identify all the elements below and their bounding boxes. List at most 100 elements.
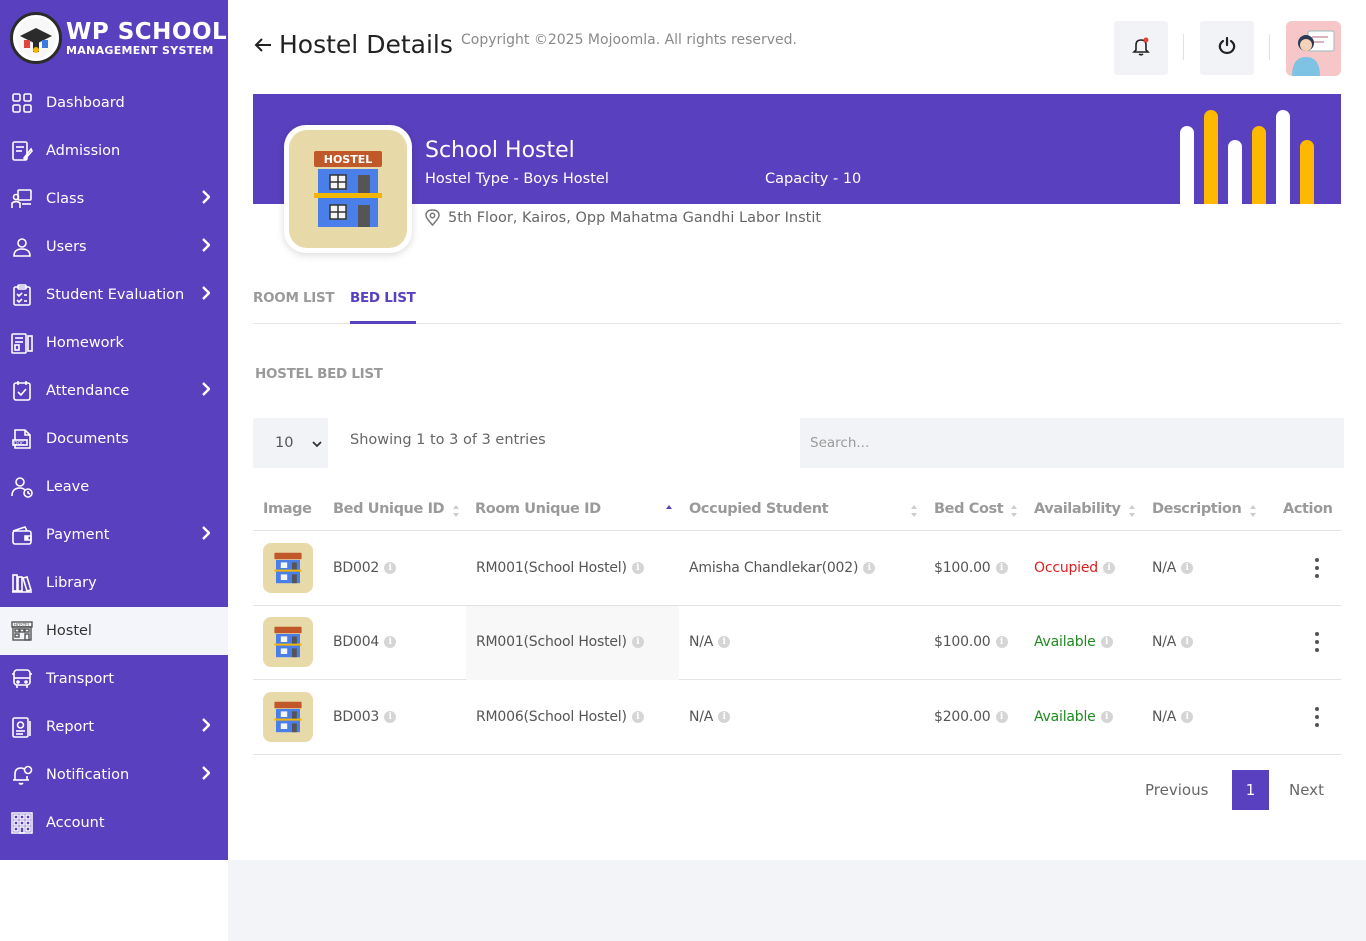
sidebar-item-report[interactable]: Report bbox=[0, 703, 228, 751]
info-icon[interactable]: i bbox=[995, 561, 1008, 574]
bed-id-cell: BD002 i bbox=[333, 559, 397, 576]
tab-bed-list[interactable]: BED LIST bbox=[350, 290, 416, 324]
info-icon[interactable]: i bbox=[1102, 561, 1115, 574]
search-input[interactable] bbox=[800, 418, 1344, 468]
sidebar-item-label: Users bbox=[46, 239, 87, 255]
sort-icon[interactable] bbox=[1128, 503, 1136, 522]
info-icon[interactable]: i bbox=[718, 636, 731, 649]
tab-room-list[interactable]: ROOM LIST bbox=[253, 290, 335, 324]
row-actions-menu-icon[interactable] bbox=[1315, 632, 1319, 653]
sidebar-item-payment[interactable]: Payment bbox=[0, 511, 228, 559]
sidebar-item-hostel[interactable]: HOSTEL Hostel bbox=[0, 607, 228, 655]
sidebar-item-label: Attendance bbox=[46, 383, 130, 399]
column-header-occupied-student[interactable]: Occupied Student bbox=[689, 501, 829, 517]
column-header-image: Image bbox=[263, 501, 312, 517]
admission-icon bbox=[11, 140, 33, 162]
sidebar-item-account[interactable]: Account bbox=[0, 799, 228, 847]
hostel-name: School Hostel bbox=[425, 138, 575, 163]
sidebar-item-notification[interactable]: Notification bbox=[0, 751, 228, 799]
sort-icon[interactable] bbox=[1010, 503, 1018, 522]
info-icon[interactable]: i bbox=[1181, 710, 1194, 723]
hostel-capacity: Capacity - 10 bbox=[765, 171, 862, 187]
description-cell: N/A i bbox=[1152, 634, 1194, 651]
sidebar-item-label: Hostel bbox=[46, 623, 92, 639]
sidebar-item-leave[interactable]: Leave bbox=[0, 463, 228, 511]
sidebar-item-label: Payment bbox=[46, 527, 110, 543]
info-icon[interactable]: i bbox=[631, 636, 644, 649]
info-icon[interactable]: i bbox=[384, 636, 397, 649]
avatar[interactable] bbox=[1286, 21, 1341, 76]
column-header-bed-id[interactable]: Bed Unique ID bbox=[333, 501, 445, 517]
sidebar-item-label: Student Evaluation bbox=[46, 287, 185, 303]
column-header-bed-cost[interactable]: Bed Cost bbox=[934, 501, 1004, 517]
sidebar-item-library[interactable]: Library bbox=[0, 559, 228, 607]
entries-info: Showing 1 to 3 of 3 entries bbox=[350, 432, 546, 448]
bed-id-cell: BD003 i bbox=[333, 709, 397, 725]
sort-icon[interactable] bbox=[1249, 503, 1257, 522]
hostel-building-icon: HOSTEL bbox=[289, 130, 407, 248]
evaluation-icon bbox=[11, 284, 33, 306]
info-icon[interactable]: i bbox=[995, 636, 1008, 649]
bed-id: BD002 bbox=[333, 559, 380, 576]
bed-id-cell: BD004 i bbox=[333, 634, 397, 650]
sidebar-item-student-evaluation[interactable]: Student Evaluation bbox=[0, 271, 228, 319]
info-icon[interactable]: i bbox=[863, 561, 876, 574]
pagination-previous[interactable]: Previous bbox=[1145, 781, 1208, 799]
info-icon[interactable]: i bbox=[1181, 561, 1194, 574]
notification-button[interactable] bbox=[1114, 21, 1168, 75]
info-icon[interactable]: i bbox=[384, 710, 397, 723]
cost-cell: $200.00 i bbox=[934, 709, 1008, 725]
sidebar-item-admission[interactable]: Admission bbox=[0, 127, 228, 175]
sidebar-item-documents[interactable]: DOC Documents bbox=[0, 415, 228, 463]
info-icon[interactable]: i bbox=[1100, 710, 1113, 723]
account-icon bbox=[11, 812, 33, 834]
description: N/A bbox=[1152, 559, 1177, 576]
sidebar-item-users[interactable]: Users bbox=[0, 223, 228, 271]
chevron-right-icon bbox=[201, 766, 211, 784]
info-icon[interactable]: i bbox=[631, 710, 644, 723]
sort-ascending-icon[interactable] bbox=[665, 503, 673, 522]
cost-cell: $100.00 i bbox=[934, 634, 1008, 650]
info-icon[interactable]: i bbox=[384, 561, 397, 574]
pagination-next[interactable]: Next bbox=[1289, 781, 1324, 799]
sidebar: WP SCHOOL MANAGEMENT SYSTEM Dashboard Ad… bbox=[0, 0, 228, 860]
student-cell: Amisha Chandlekar(002) i bbox=[689, 559, 876, 576]
sidebar-item-dashboard[interactable]: Dashboard bbox=[0, 79, 228, 127]
row-actions-menu-icon[interactable] bbox=[1315, 706, 1319, 727]
column-header-room-id[interactable]: Room Unique ID bbox=[475, 501, 601, 517]
row-actions-menu-icon[interactable] bbox=[1315, 557, 1319, 578]
info-icon[interactable]: i bbox=[995, 710, 1008, 723]
logout-button[interactable] bbox=[1200, 21, 1254, 75]
sidebar-item-label: Leave bbox=[46, 479, 90, 495]
users-icon bbox=[11, 236, 33, 258]
info-icon[interactable]: i bbox=[1100, 636, 1113, 649]
room-id-cell: RM001(School Hostel) i bbox=[476, 634, 644, 650]
chevron-right-icon bbox=[201, 286, 211, 304]
sort-icon[interactable] bbox=[910, 503, 918, 522]
info-icon[interactable]: i bbox=[718, 710, 731, 723]
sidebar-item-class[interactable]: Class bbox=[0, 175, 228, 223]
availability-status: Available bbox=[1034, 708, 1096, 725]
sidebar-item-transport[interactable]: Transport bbox=[0, 655, 228, 703]
class-icon bbox=[11, 188, 33, 210]
info-icon[interactable]: i bbox=[1181, 636, 1194, 649]
sidebar-item-attendance[interactable]: Attendance bbox=[0, 367, 228, 415]
pagination-page-1[interactable]: 1 bbox=[1232, 770, 1269, 810]
sidebar-item-homework[interactable]: Homework bbox=[0, 319, 228, 367]
bed-cost: $100.00 bbox=[934, 634, 991, 651]
column-header-description[interactable]: Description bbox=[1152, 501, 1242, 517]
description: N/A bbox=[1152, 634, 1177, 651]
tab-bar: ROOM LIST BED LIST bbox=[253, 290, 1341, 324]
decorative-bar bbox=[1204, 110, 1218, 204]
page-length-select[interactable]: 10 bbox=[253, 418, 328, 468]
sidebar-item-label: Report bbox=[46, 719, 95, 735]
occupied-student: Amisha Chandlekar(002) bbox=[689, 559, 859, 576]
column-header-availability[interactable]: Availability bbox=[1034, 501, 1121, 517]
table-header: Image Bed Unique ID Room Unique ID Occup… bbox=[253, 490, 1341, 531]
chevron-right-icon bbox=[201, 190, 211, 208]
sort-icon[interactable] bbox=[452, 503, 460, 522]
chevron-right-icon bbox=[201, 238, 211, 256]
info-icon[interactable]: i bbox=[631, 561, 644, 574]
availability-cell: Available i bbox=[1034, 634, 1113, 650]
notification-icon bbox=[11, 764, 33, 786]
